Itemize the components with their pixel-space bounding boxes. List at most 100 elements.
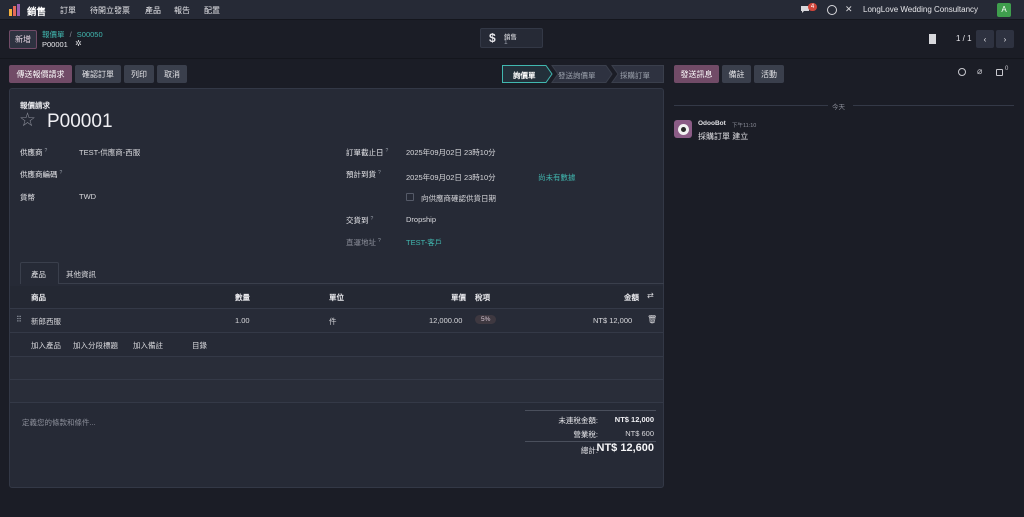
search-icon[interactable] [958,68,966,76]
pager-value[interactable]: 1 / 1 [956,34,972,43]
add-section-link[interactable]: 加入分段標題 [73,340,118,351]
vendor-ref-input[interactable] [79,166,319,179]
vendor-label: 供應商? [20,147,48,158]
menu-to-invoice[interactable]: 待開立發票 [90,5,130,16]
optional-columns-icon[interactable]: ⇄ [647,291,654,300]
menu-products[interactable]: 產品 [145,5,161,16]
deadline-label: 訂單截止日? [346,147,389,158]
follower-count: 0 [1005,66,1009,72]
menu-configuration[interactable]: 配置 [204,5,220,16]
total-amount: NT$ 12,600 [596,442,654,454]
smart-button-sales[interactable]: $ 銷售 1 [480,28,543,48]
expected-field[interactable]: 2025年09月02日 23時10分 [406,172,496,183]
tax-label: 營業稅: [573,430,598,439]
top-navbar: 銷售 訂單 待開立發票 產品 報告 配置 4 ✕ LongLove Weddin… [0,0,1024,20]
gear-icon[interactable]: ✲ [75,39,82,48]
currency-field[interactable]: TWD [79,192,96,201]
add-product-link[interactable]: 加入產品 [31,340,61,351]
form-sheet: 報價請求 ☆ P00001 供應商? TEST-供應商-西服 供應商編碼? 貨幣… [9,88,664,488]
pager-prev-button[interactable]: ‹ [976,30,994,48]
star-icon[interactable]: ☆ [19,111,36,130]
catalog-link[interactable]: 目錄 [192,340,207,351]
cancel-button[interactable]: 取消 [157,65,187,83]
form-title: P00001 [47,111,113,132]
send-message-button[interactable]: 發送訊息 [674,65,719,83]
user-avatar[interactable]: A [997,3,1011,17]
terms-input[interactable]: 定義您的條款和條件... [22,417,96,428]
statusbar: 詢價單 發送詢價單 採購訂單 [502,65,664,83]
tab-other-info[interactable]: 其他資訊 [66,269,96,280]
odoobot-face-icon [677,123,689,135]
status-rfq-sent[interactable]: 發送詢價單 [558,70,596,81]
chat-badge: 4 [808,3,817,11]
log-note-button[interactable]: 備註 [722,65,751,83]
row-divider [10,332,663,333]
confirm-date-label: 向供應商確認供貨日期 [421,194,496,203]
col-unit-price[interactable]: 單價 [451,292,466,303]
col-product[interactable]: 商品 [31,292,46,303]
status-rfq[interactable]: 詢價單 [513,70,536,81]
status-purchase-order[interactable]: 採購訂單 [620,70,650,81]
message-body: 採購訂單 建立 [698,132,749,141]
col-amount[interactable]: 金額 [624,292,639,303]
control-divider [0,58,1024,59]
odoobot-avatar [674,120,692,138]
tools-icon[interactable]: ✕ [845,4,853,15]
breadcrumb: 報價單 / S00050 [42,29,103,40]
company-name[interactable]: LongLove Wedding Consultancy [863,5,978,14]
record-name: P00001 [42,40,68,49]
paperclip-icon[interactable]: ⌀ [977,66,982,77]
row-uom[interactable]: 件 [329,316,337,327]
tax-amount: NT$ 600 [625,429,654,438]
activity-button[interactable]: 活動 [754,65,784,83]
dropship-field[interactable]: TEST-客戶 [406,237,442,248]
bookmark-icon[interactable] [929,34,936,44]
breadcrumb-parent[interactable]: 報價單 [42,30,65,39]
breadcrumb-separator: / [69,30,72,39]
vendor-field[interactable]: TEST-供應商-西服 [79,147,140,158]
deliver-to-field[interactable]: Dropship [406,215,436,224]
pager-next-button[interactable]: › [996,30,1014,48]
trash-icon[interactable]: 🗑 [647,315,657,324]
message-time: 下午11:10 [732,123,757,129]
smart-button-count: 1 [504,39,508,46]
empty-row [10,380,663,402]
clock-icon[interactable] [827,5,837,15]
untaxed-amount: NT$ 12,000 [614,415,654,424]
row-product[interactable]: 新郎西服 [31,316,61,327]
date-separator-line-left [674,105,828,106]
date-separator: 今天 [832,104,845,111]
expected-label: 預計到貨? [346,169,381,180]
message-author: OdooBot [698,120,726,127]
app-grid-icon[interactable] [9,4,20,16]
app-name[interactable]: 銷售 [27,4,46,18]
currency-label: 貨幣 [20,193,35,202]
row-amount: NT$ 12,000 [593,316,633,325]
col-quantity[interactable]: 數量 [235,292,250,303]
breadcrumb-current[interactable]: S00050 [77,30,103,39]
vendor-ref-label: 供應商編碼? [20,169,63,180]
confirm-date-checkbox[interactable] [406,193,414,201]
row-quantity[interactable]: 1.00 [235,316,250,325]
deliver-to-label: 交貨到? [346,215,374,226]
row-tax-badge[interactable]: 5% [475,315,497,324]
empty-row [10,357,663,379]
new-button[interactable]: 新增 [9,30,37,49]
drag-handle-icon[interactable]: ⠿ [16,315,22,324]
follower-lock-icon[interactable] [996,69,1003,76]
menu-orders[interactable]: 訂單 [60,5,76,16]
add-note-link[interactable]: 加入備註 [133,340,163,351]
print-button[interactable]: 列印 [124,65,154,83]
untaxed-label: 未連稅金額: [558,416,598,425]
confirm-order-button[interactable]: 確認訂單 [75,65,121,83]
col-taxes[interactable]: 稅項 [475,292,490,303]
col-uom[interactable]: 單位 [329,292,344,303]
expected-note: 尚未有數據 [538,173,576,182]
date-separator-line-right [853,105,1014,106]
deadline-field[interactable]: 2025年09月02日 23時10分 [406,147,496,158]
dollar-icon: $ [489,31,496,45]
send-rfq-button[interactable]: 傳送報價請求 [9,65,72,83]
tabs-underline [59,283,664,284]
row-unit-price[interactable]: 12,000.00 [429,316,462,325]
menu-reporting[interactable]: 報告 [174,5,190,16]
